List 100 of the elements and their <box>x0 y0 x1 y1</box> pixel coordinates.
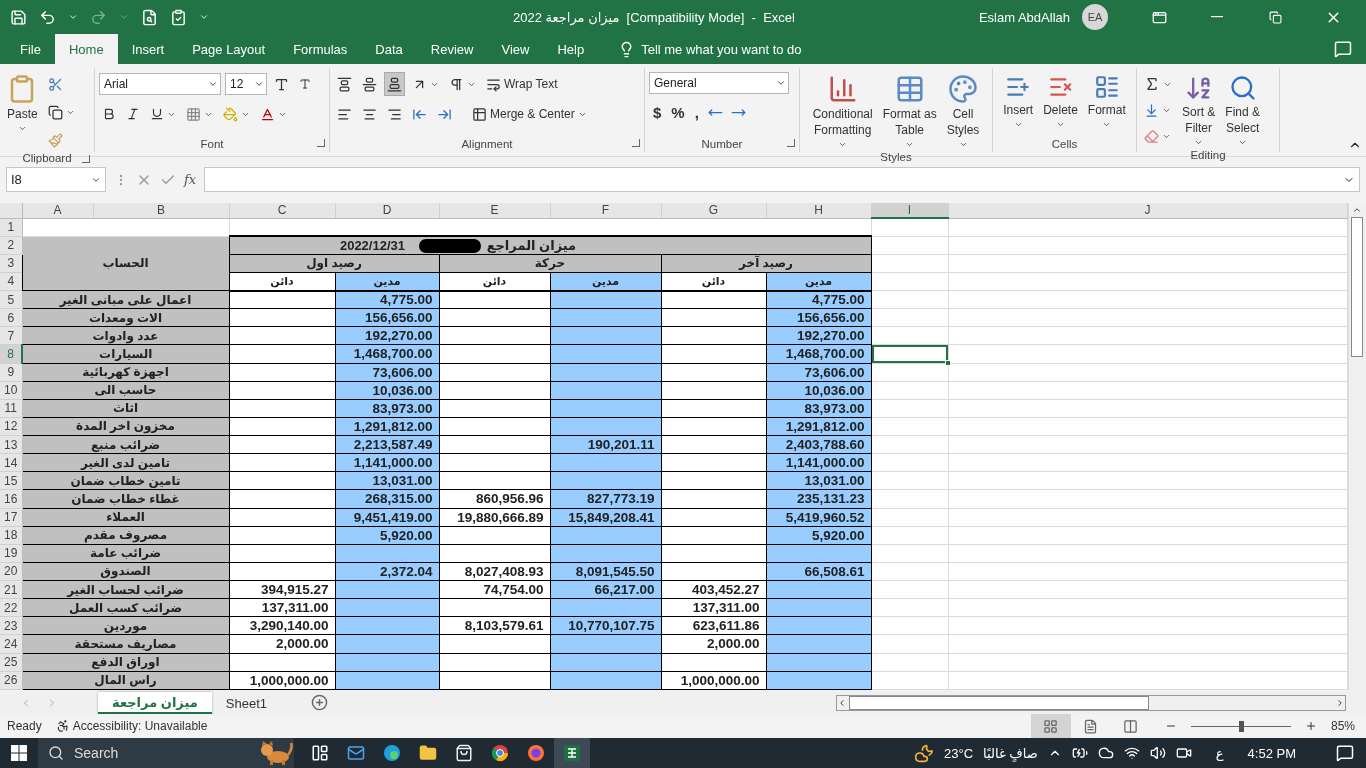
table-button[interactable]: Format as Table <box>879 72 940 151</box>
column-header[interactable]: B <box>93 203 229 218</box>
tell-me-search[interactable]: Tell me what you want to do <box>641 41 802 57</box>
ribbon-tab[interactable]: Insert <box>117 34 179 64</box>
temperature: 23°C <box>944 745 974 761</box>
taskbar-app-button[interactable] <box>554 738 590 768</box>
zoom-in-icon[interactable] <box>1304 720 1317 732</box>
insert-function-button[interactable]: fx <box>184 172 197 187</box>
cloud-icon[interactable] <box>1097 745 1114 761</box>
customize-caret-icon[interactable] <box>199 12 209 22</box>
font-size-field[interactable]: 12 <box>225 73 267 95</box>
italic-icon <box>126 107 140 121</box>
paste-button[interactable]: Paste <box>4 72 41 152</box>
column-header[interactable]: H <box>766 203 871 218</box>
redaction-mark <box>418 239 481 254</box>
zoom-thumb[interactable] <box>1238 720 1244 732</box>
weather-icon[interactable] <box>914 743 935 763</box>
notifications-icon[interactable] <box>1336 744 1354 762</box>
print-preview-icon[interactable] <box>141 8 158 26</box>
windows-icon <box>11 745 27 761</box>
vertical-align-icon <box>337 76 352 92</box>
sheet-tab[interactable]: Sheet1 <box>211 692 281 714</box>
name-box[interactable]: I8 <box>6 167 106 192</box>
ribbon-tab[interactable]: Home <box>54 34 118 64</box>
dialog-launcher-icon[interactable] <box>82 155 90 163</box>
group-label: Alignment <box>461 138 513 150</box>
search-icon <box>1228 74 1257 102</box>
scroll-thumb[interactable] <box>1351 217 1364 357</box>
vertical-align-icon <box>362 76 377 92</box>
vertical-align-button[interactable] <box>384 72 405 96</box>
volume-icon[interactable] <box>1149 745 1166 761</box>
column-header[interactable]: G <box>661 203 766 218</box>
column-header[interactable]: D <box>335 203 439 218</box>
caret-icon <box>1056 120 1065 129</box>
taskbar-search[interactable]: Search <box>38 738 294 768</box>
fill-handle[interactable] <box>944 359 951 366</box>
merge-center-button[interactable]: Merge & Center <box>469 102 590 126</box>
column-header[interactable]: E <box>439 203 550 218</box>
wifi-icon[interactable] <box>1123 745 1140 761</box>
conditional-button[interactable]: Conditional Formatting <box>809 72 876 151</box>
accessibility-status[interactable]: Accessibility: Unavailable <box>72 719 208 733</box>
column-header[interactable]: F <box>550 203 661 218</box>
scroll-thumb[interactable] <box>849 696 1149 710</box>
column-header[interactable]: I <box>871 203 948 218</box>
align-center-icon <box>362 106 377 122</box>
number-format-field[interactable]: General <box>649 72 789 94</box>
ribbon-tab[interactable]: Formulas <box>279 34 362 64</box>
bold-icon <box>102 107 116 121</box>
comments-icon[interactable] <box>1334 40 1352 58</box>
ribbon-tab[interactable]: Review <box>416 34 488 64</box>
borders-icon <box>186 106 201 122</box>
ribbon-tab[interactable]: Data <box>361 34 417 64</box>
fill-color-icon <box>223 106 238 122</box>
dialog-launcher-icon[interactable] <box>317 139 325 147</box>
view-button[interactable] <box>1030 714 1071 738</box>
wrap-text-icon <box>486 76 501 92</box>
clock[interactable]: 4:52 PM <box>1247 745 1296 761</box>
number-format-button[interactable]: % <box>667 100 689 124</box>
format-button[interactable]: Format <box>1084 72 1129 136</box>
number-format-button[interactable]: , <box>690 100 703 124</box>
ribbon-tab[interactable]: Page Layout <box>178 34 280 64</box>
format-cells-icon <box>1093 74 1120 100</box>
normal-view-icon <box>1043 718 1059 734</box>
save-icon[interactable] <box>10 8 27 26</box>
sort-button[interactable]: Sort & Filter <box>1179 72 1219 149</box>
delete-button[interactable]: Delete <box>1040 72 1081 136</box>
caret-icon <box>254 79 264 89</box>
ribbon-tab[interactable]: Help <box>543 34 599 64</box>
page-layout-icon <box>1083 718 1099 734</box>
dialog-launcher-icon[interactable] <box>787 139 795 147</box>
cell-button[interactable]: Cell Styles <box>943 72 983 151</box>
browser-icon <box>383 744 401 762</box>
group-label: Font <box>200 138 224 150</box>
wrap-text-button[interactable]: Wrap Text <box>483 72 561 96</box>
insert-button[interactable]: Insert <box>1000 72 1037 136</box>
sheet-tab[interactable]: ميزان مراجعة <box>98 692 212 714</box>
caret-icon <box>776 78 786 88</box>
horizontal-scrollbar[interactable] <box>836 695 1346 711</box>
add-sheet-icon[interactable] <box>311 694 328 711</box>
dialog-launcher-icon[interactable] <box>632 139 640 147</box>
user-avatar[interactable]: EA <box>1082 4 1108 30</box>
scissors-icon <box>47 76 63 92</box>
ribbon-tab[interactable]: View <box>487 34 544 64</box>
caret-icon[interactable] <box>68 12 78 22</box>
scroll-right-icon <box>1335 698 1345 708</box>
undo-icon[interactable] <box>39 8 56 26</box>
number-format-button[interactable]: $ <box>649 100 666 124</box>
find-button[interactable]: Find & Select <box>1222 72 1264 149</box>
column-header[interactable]: J <box>948 203 1347 218</box>
battery-icon[interactable] <box>1071 745 1088 761</box>
scroll-left-icon <box>837 698 847 708</box>
touch-mode-icon[interactable] <box>170 8 187 26</box>
column-header[interactable]: C <box>229 203 335 218</box>
font-name-field[interactable]: Arial <box>99 73 221 95</box>
minimize-icon <box>1211 16 1223 18</box>
input-language[interactable]: ع <box>1215 745 1224 761</box>
column-header[interactable]: A <box>22 203 93 218</box>
formula-field[interactable] <box>204 167 1360 192</box>
ribbon-tab[interactable]: File <box>6 34 55 64</box>
meet-now-icon[interactable] <box>1175 745 1192 761</box>
